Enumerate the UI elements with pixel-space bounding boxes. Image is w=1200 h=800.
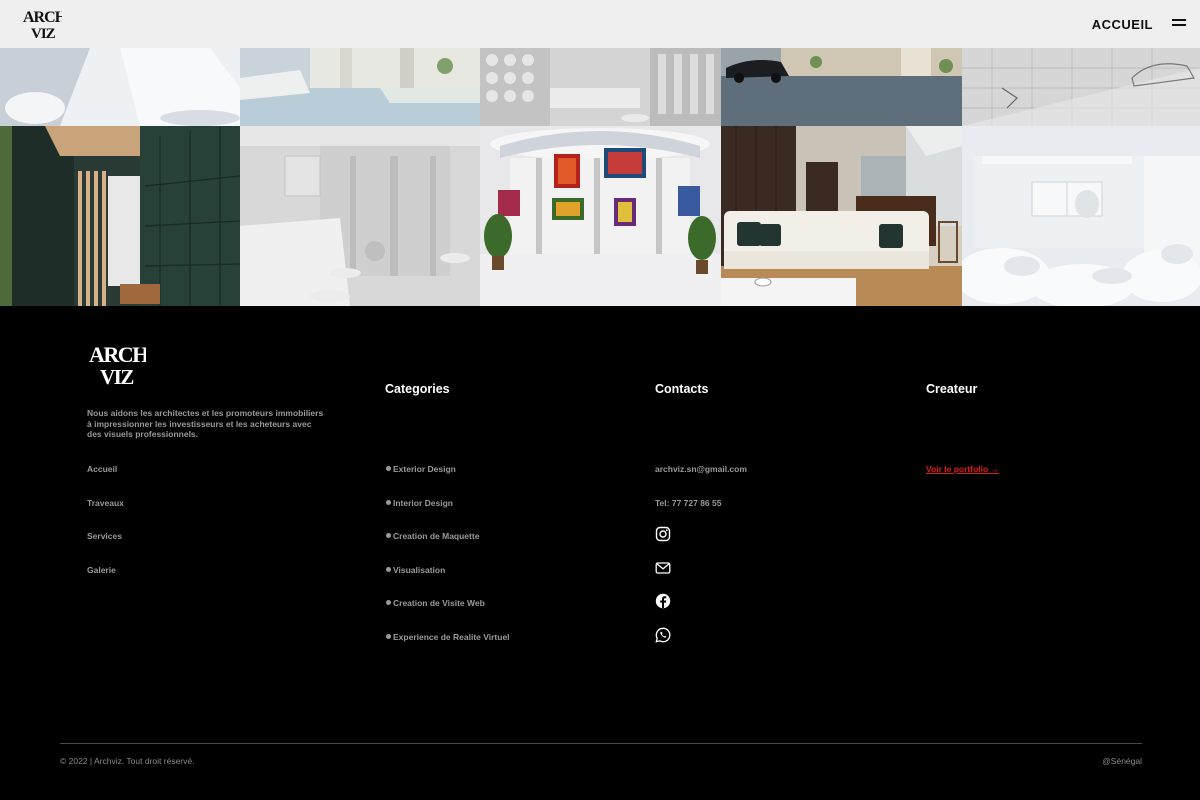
gallery-tile-green-lobby[interactable] [0, 126, 240, 306]
gallery-tile-perforated-wall[interactable] [480, 48, 721, 126]
footer-link-galerie[interactable]: Galerie [87, 565, 116, 575]
mail-icon[interactable] [655, 560, 671, 576]
gallery-tile-exterior-car[interactable] [240, 48, 480, 126]
bullet-icon [386, 500, 391, 505]
company-description: Nous aidons les architectes et les promo… [87, 408, 324, 439]
svg-text:VIZ: VIZ [31, 26, 56, 41]
bullet-icon [386, 600, 391, 605]
instagram-icon[interactable] [655, 526, 671, 542]
category-label: Experience de Realite Virtuel [393, 632, 510, 642]
bullet-icon [386, 634, 391, 639]
facebook-icon[interactable] [655, 593, 671, 609]
contact-phone-link[interactable]: Tel: 77 727 86 55 [655, 498, 721, 508]
category-label: Creation de Visite Web [393, 598, 485, 608]
category-link-visite-web[interactable]: Creation de Visite Web [386, 598, 485, 608]
copyright-text: © 2022 | Archviz. Tout droit réservé. [60, 756, 195, 766]
creator-title: Createur [926, 382, 978, 396]
gallery-tile-art-gallery[interactable] [480, 126, 721, 306]
project-gallery [0, 48, 1200, 306]
footer-divider [60, 743, 1142, 744]
category-label: Interior Design [393, 498, 453, 508]
category-label: Exterior Design [393, 464, 456, 474]
categories-title: Categories [385, 382, 450, 396]
site-header: ARCH VIZ ACCUEIL [0, 0, 1200, 48]
gallery-tile-parking-car[interactable] [721, 48, 962, 126]
svg-text:ARCH: ARCH [23, 9, 62, 26]
arrow-right-icon: → [990, 464, 1000, 474]
contact-email-link[interactable]: archviz.sn@gmail.com [655, 464, 747, 474]
hamburger-icon[interactable] [1172, 18, 1186, 28]
bullet-icon [386, 466, 391, 471]
footer-link-accueil[interactable]: Accueil [87, 464, 117, 474]
portfolio-link-label: Voir le portfolio [926, 464, 989, 474]
gallery-tile-wireframe-parking[interactable] [962, 48, 1200, 126]
gallery-tile-white-kitchen[interactable] [240, 126, 480, 306]
category-link-maquette[interactable]: Creation de Maquette [386, 531, 479, 541]
contacts-title: Contacts [655, 382, 709, 396]
category-link-interior-design[interactable]: Interior Design [386, 498, 453, 508]
gallery-tile-exterior-terrace[interactable] [0, 48, 240, 126]
category-link-exterior-design[interactable]: Exterior Design [386, 464, 456, 474]
category-label: Visualisation [393, 565, 446, 575]
footer-link-traveaux[interactable]: Traveaux [87, 498, 124, 508]
category-link-realite-virtuel[interactable]: Experience de Realite Virtuel [386, 632, 510, 642]
archviz-logo[interactable]: ARCH VIZ [22, 7, 62, 41]
svg-text:VIZ: VIZ [100, 365, 133, 388]
svg-text:ARCH: ARCH [89, 342, 146, 367]
footer-link-services[interactable]: Services [87, 531, 122, 541]
site-footer: ARCH VIZ Nous aidons les architectes et … [0, 306, 1200, 800]
gallery-tile-white-exterior-plants[interactable] [962, 126, 1200, 306]
bullet-icon [386, 567, 391, 572]
nav-accueil-link[interactable]: ACCUEIL [1092, 17, 1153, 32]
whatsapp-icon[interactable] [655, 627, 671, 643]
country-text: @Sénégal [1102, 756, 1142, 766]
portfolio-link[interactable]: Voir le portfolio → [926, 464, 999, 474]
category-link-visualisation[interactable]: Visualisation [386, 565, 445, 575]
gallery-tile-living-room[interactable] [721, 126, 962, 306]
category-label: Creation de Maquette [393, 531, 480, 541]
bullet-icon [386, 533, 391, 538]
archviz-footer-logo[interactable]: ARCH VIZ [88, 342, 146, 388]
